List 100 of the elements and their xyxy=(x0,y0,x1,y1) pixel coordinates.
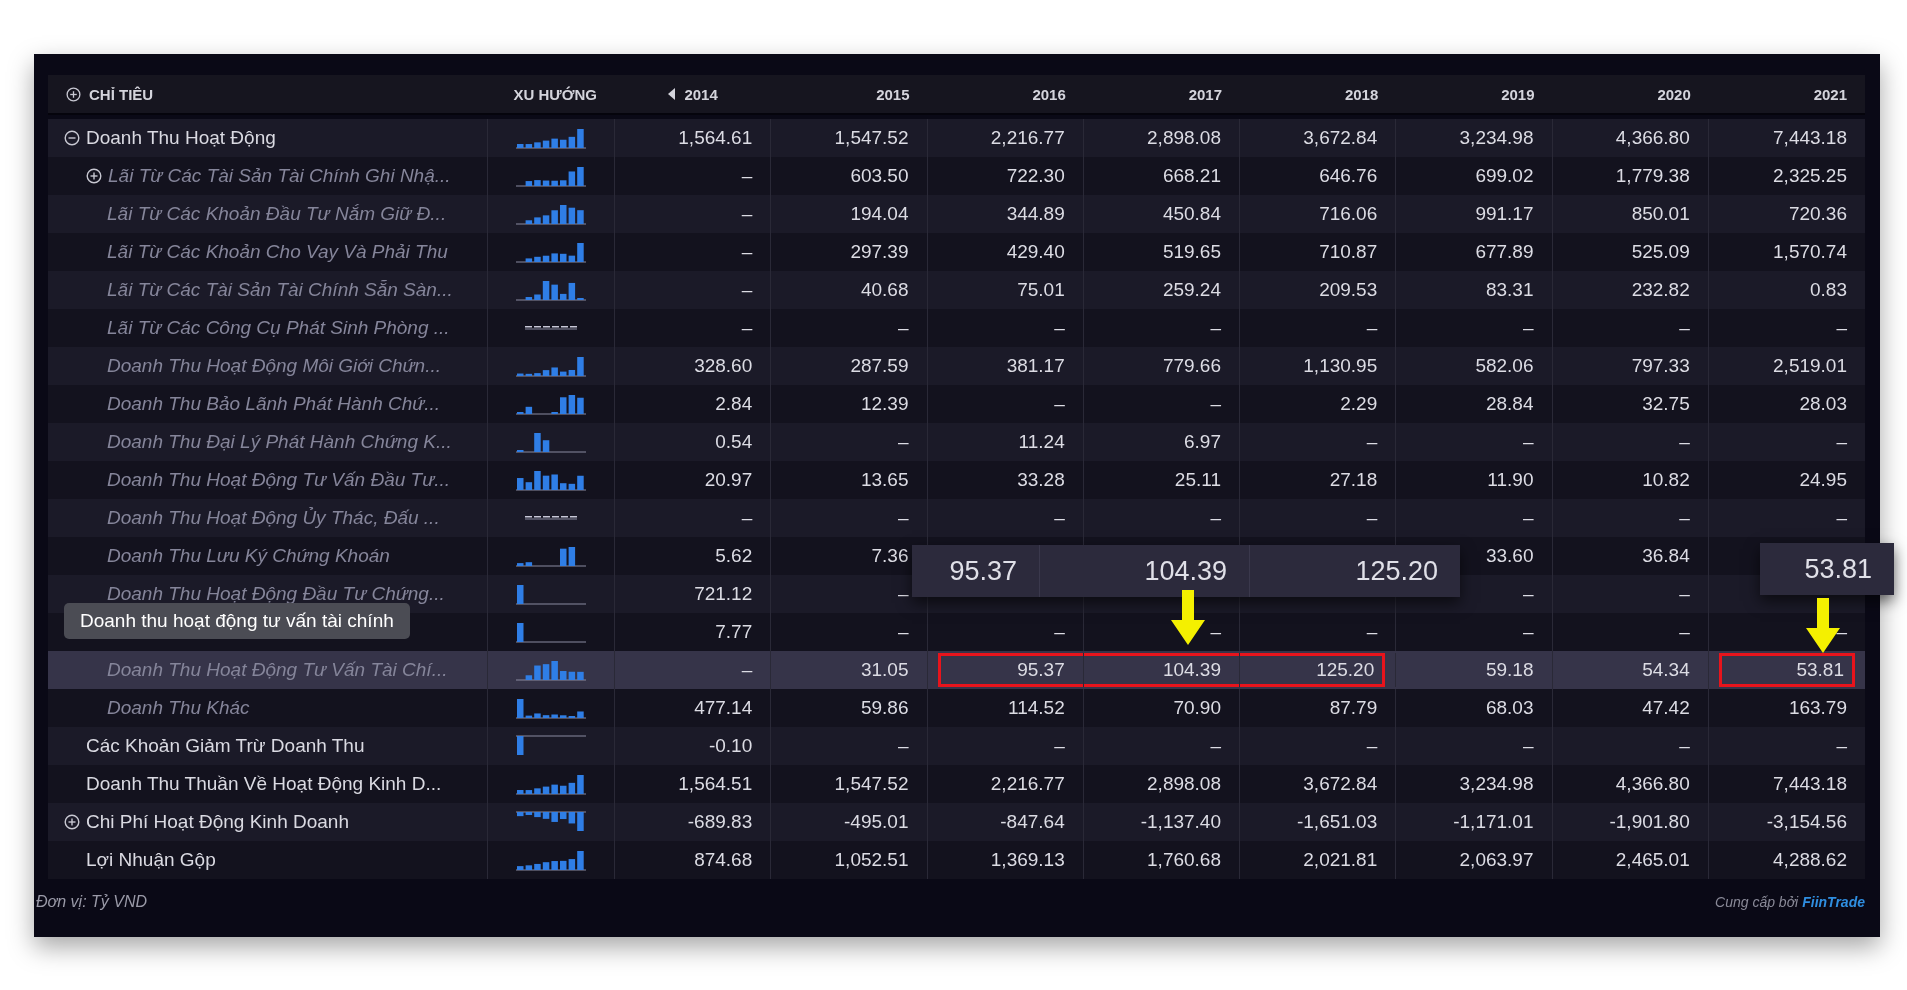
table-cell: 646.76 xyxy=(1319,165,1378,187)
table-cell: -1,651.03 xyxy=(1296,811,1378,833)
table-cell: – xyxy=(1836,735,1847,757)
table-cell: 450.84 xyxy=(1162,203,1221,225)
table-cell: – xyxy=(1054,621,1065,643)
table-cell: 2,898.08 xyxy=(1147,127,1221,149)
year-header: 2017 xyxy=(1188,85,1222,103)
table-cell: 850.01 xyxy=(1631,203,1690,225)
row-label: Doanh Thu Hoạt Động Môi Giới Chứn... xyxy=(107,355,441,377)
year-header: 2016 xyxy=(1032,85,1066,103)
row-label: Doanh Thu Hoạt Động Ủy Thác, Đấu ... xyxy=(107,507,440,529)
table-cell: 519.65 xyxy=(1162,241,1221,263)
table-cell: 59.86 xyxy=(860,697,909,719)
table-cell: 10.82 xyxy=(1642,469,1690,491)
table-cell: 68.03 xyxy=(1485,697,1534,719)
table-cell: – xyxy=(897,317,909,339)
table-cell: – xyxy=(1054,507,1065,529)
table-cell: 477.14 xyxy=(694,697,753,719)
table-cell: 381.17 xyxy=(1006,355,1065,377)
row-label: Chi Phí Hoạt Động Kinh Doanh xyxy=(86,811,349,833)
table-cell: 33.28 xyxy=(1017,469,1065,491)
table-cell: 114.52 xyxy=(1008,697,1065,719)
table-cell: 70.90 xyxy=(1173,697,1221,719)
table-cell: – xyxy=(1679,317,1690,339)
table-cell: 710.87 xyxy=(1319,241,1378,263)
table-cell: – xyxy=(897,735,909,757)
year-header: 2014 xyxy=(684,85,718,103)
year-header: 2015 xyxy=(876,85,910,103)
table-cell: 7.36 xyxy=(871,545,909,567)
row-label: Doanh Thu Thuần Về Hoạt Động Kinh D... xyxy=(86,773,442,795)
table-cell: – xyxy=(1679,583,1690,605)
table-cell: 721.12 xyxy=(694,583,753,605)
table-cell: -847.64 xyxy=(1000,811,1065,833)
table-cell: – xyxy=(1054,393,1065,415)
table-cell: 259.24 xyxy=(1162,279,1221,301)
table-cell: 59.18 xyxy=(1485,659,1534,681)
table-cell: – xyxy=(1054,317,1065,339)
table-cell: 194.04 xyxy=(850,203,909,225)
row-label: Lợi Nhuận Gộp xyxy=(86,849,216,871)
table-cell: 720.36 xyxy=(1788,203,1847,225)
table-cell: – xyxy=(897,583,909,605)
year-header: 2020 xyxy=(1657,85,1691,103)
table-cell: – xyxy=(1366,317,1378,339)
table-cell: 287.59 xyxy=(850,355,909,377)
table-cell: – xyxy=(1522,735,1534,757)
table-cell: 2,325.25 xyxy=(1773,165,1847,187)
table-cell: 2.84 xyxy=(715,393,753,415)
table-cell: 54.34 xyxy=(1642,659,1690,681)
table-cell: – xyxy=(741,241,753,263)
magnified-values-tooltip: 53.81 xyxy=(1760,543,1894,595)
column-header: CHỈ TIÊU xyxy=(89,85,154,103)
table-cell: – xyxy=(1366,507,1378,529)
table-cell: – xyxy=(1210,317,1221,339)
table-cell: 1,564.51 xyxy=(678,773,753,795)
table-cell: 87.79 xyxy=(1329,697,1378,719)
table-cell: 28.84 xyxy=(1485,393,1534,415)
table-cell: 33.60 xyxy=(1485,545,1534,567)
table-cell: 328.60 xyxy=(694,355,753,377)
table-cell: 699.02 xyxy=(1475,165,1534,187)
table-cell: 13.65 xyxy=(860,469,909,491)
table-cell: 24.95 xyxy=(1799,469,1847,491)
table-cell: – xyxy=(741,659,753,681)
table-cell: 603.50 xyxy=(850,165,909,187)
table-cell: 32.75 xyxy=(1642,393,1690,415)
table-cell: 47.42 xyxy=(1642,697,1690,719)
table-cell: 20.97 xyxy=(704,469,753,491)
table-cell: 297.39 xyxy=(850,241,909,263)
row-label: Lãi Từ Các Khoản Cho Vay Và Phải Thu xyxy=(107,241,448,263)
table-cell: 874.68 xyxy=(694,849,753,871)
table-cell: 12.39 xyxy=(860,393,909,415)
year-header: 2019 xyxy=(1501,85,1535,103)
table-cell: 83.31 xyxy=(1485,279,1534,301)
table-cell: – xyxy=(741,507,753,529)
table-cell: -1,171.01 xyxy=(1453,811,1534,833)
table-cell: 2,465.01 xyxy=(1615,849,1690,871)
table-cell: 1,052.51 xyxy=(834,849,909,871)
table-cell: – xyxy=(741,279,753,301)
row-label: Lãi Từ Các Công Cụ Phát Sinh Phòng ... xyxy=(107,317,450,339)
column-header: XU HƯỚNG xyxy=(513,85,597,103)
table-cell: – xyxy=(1210,507,1221,529)
table-cell: 2,898.08 xyxy=(1147,773,1221,795)
magnified-values-tooltip: 95.37 104.39 125.20 xyxy=(912,545,1460,597)
row-label: Doanh Thu Hoạt Động Đầu Tư Chứng... xyxy=(107,583,445,605)
table-cell: – xyxy=(1366,621,1378,643)
table-cell: 7.77 xyxy=(715,621,753,643)
table-cell: 4,366.80 xyxy=(1615,773,1690,795)
table-cell: 1,570.74 xyxy=(1773,241,1847,263)
table-cell: 2,063.97 xyxy=(1459,849,1534,871)
table-cell: -495.01 xyxy=(844,811,909,833)
table-cell: – xyxy=(1679,735,1690,757)
table-cell: -1,137.40 xyxy=(1140,811,1221,833)
row-label: Doanh Thu Bảo Lãnh Phát Hành Chứ... xyxy=(107,393,441,415)
table-cell: 779.66 xyxy=(1162,355,1221,377)
table-cell: 11.24 xyxy=(1018,431,1065,453)
table-cell: 1,779.38 xyxy=(1615,165,1690,187)
unit-note: Đơn vị: Tỷ VND xyxy=(36,893,147,911)
table-cell: 716.06 xyxy=(1319,203,1378,225)
table-cell: 429.40 xyxy=(1006,241,1065,263)
table-cell: 28.03 xyxy=(1799,393,1847,415)
table-cell: 2,021.81 xyxy=(1303,849,1378,871)
